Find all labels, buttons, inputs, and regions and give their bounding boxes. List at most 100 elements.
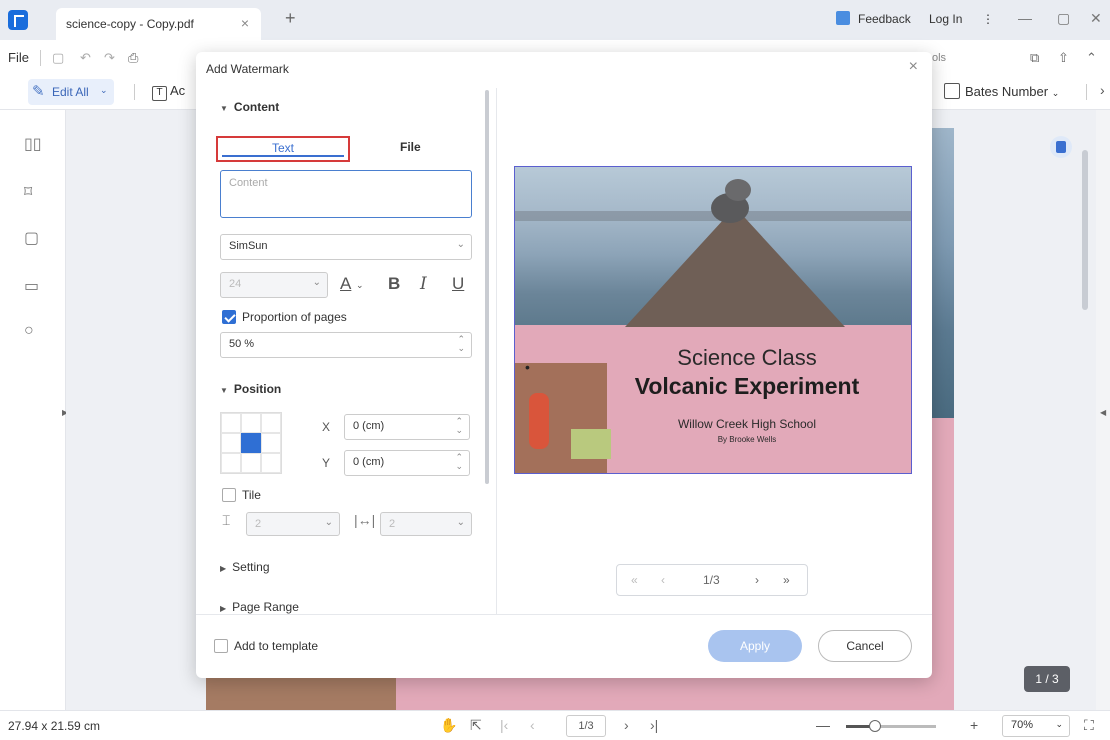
dialog-close-button[interactable]: × <box>909 58 918 76</box>
position-cell[interactable] <box>241 453 261 473</box>
add-text-button[interactable]: T Ac <box>152 83 185 101</box>
zoom-slider-thumb[interactable] <box>868 720 881 732</box>
feedback-link[interactable]: Feedback <box>858 12 911 26</box>
position-cell[interactable] <box>261 433 281 453</box>
pager-prev-icon[interactable]: ‹ <box>661 573 665 587</box>
font-size-select[interactable]: 24 ⌄ <box>220 272 328 298</box>
underline-icon[interactable]: U <box>452 274 464 294</box>
preview-school: Willow Creek High School <box>677 417 817 431</box>
caret-down-icon: ▼ <box>220 104 228 113</box>
share-icon[interactable]: ⧉ <box>1030 50 1039 66</box>
x-offset-stepper[interactable]: 0 (cm) ⌃ ⌄ <box>344 414 470 440</box>
italic-icon[interactable]: I <box>420 274 427 294</box>
attachment-icon[interactable]: ▭ <box>24 276 39 296</box>
thumbnails-icon[interactable]: ▯▯ <box>24 134 42 154</box>
setting-section-header[interactable]: ▶ Setting <box>220 560 270 574</box>
position-cell[interactable] <box>221 453 241 473</box>
first-page-icon[interactable]: |‹ <box>500 717 508 733</box>
bookmark-icon[interactable]: ⌑ <box>24 182 32 202</box>
select-tool-icon[interactable]: ⇱ <box>470 717 482 734</box>
upload-cloud-icon[interactable]: ⇧ <box>1058 50 1069 66</box>
next-page-icon[interactable]: › <box>624 717 629 733</box>
zoom-select[interactable]: 70% ⌄ <box>1002 715 1070 737</box>
prev-page-icon[interactable]: ‹ <box>530 717 535 733</box>
dialog-footer-divider <box>196 614 932 615</box>
tab-close-button[interactable]: × <box>241 15 249 31</box>
hand-tool-icon[interactable]: ✋ <box>440 717 457 734</box>
position-cell[interactable] <box>261 453 281 473</box>
font-color-icon[interactable]: A <box>340 274 351 294</box>
preview-lava <box>529 393 549 449</box>
content-section-header[interactable]: ▼ Content <box>220 100 279 114</box>
print-icon[interactable]: ⎙ <box>128 50 138 66</box>
add-text-label: Ac <box>170 83 186 98</box>
edit-all-button[interactable]: ✎ Edit All ⌄ <box>28 79 114 105</box>
page-number-input[interactable]: 1/3 <box>566 715 606 737</box>
position-grid[interactable] <box>220 412 282 474</box>
zoom-slider[interactable] <box>846 720 936 732</box>
watermark-content-input[interactable]: Content <box>220 170 472 218</box>
fit-page-icon[interactable]: ⛶ <box>1084 717 1094 734</box>
stepper-arrows-icon[interactable]: ⌃ ⌄ <box>455 453 463 471</box>
menu-file[interactable]: File <box>8 50 29 65</box>
document-tab[interactable]: science-copy - Copy.pdf × <box>56 8 261 40</box>
redo-icon[interactable]: ↷ <box>104 50 115 66</box>
zoom-out-icon[interactable]: — <box>816 717 830 733</box>
position-cell[interactable] <box>241 413 261 433</box>
position-cell-selected[interactable] <box>241 433 261 453</box>
close-window-button[interactable]: ✕ <box>1090 10 1102 27</box>
edit-all-label: Edit All <box>52 85 89 99</box>
feedback-icon[interactable] <box>836 11 850 25</box>
proportion-stepper[interactable]: 50 % ⌃ ⌄ <box>220 332 472 358</box>
new-tab-button[interactable]: + <box>285 8 296 29</box>
add-to-template-label: Add to template <box>234 639 319 653</box>
y-offset-stepper[interactable]: 0 (cm) ⌃ ⌄ <box>344 450 470 476</box>
settings-pane-scrollbar[interactable] <box>485 90 489 484</box>
maximize-button[interactable]: ▢ <box>1057 10 1070 27</box>
undo-icon[interactable]: ↶ <box>80 50 91 66</box>
save-icon[interactable]: ▢ <box>52 50 64 66</box>
preview-volcano-photo <box>515 167 911 327</box>
tab-file[interactable]: File <box>400 140 421 154</box>
position-cell[interactable] <box>261 413 281 433</box>
watermark-preview: • Science Class Volcanic Experiment Will… <box>514 166 912 474</box>
add-to-template-checkbox[interactable] <box>214 639 228 653</box>
tile-vertical-spacing-select[interactable]: 2 ⌄ <box>246 512 340 536</box>
menu-tools-partial[interactable]: ols <box>932 52 946 64</box>
preview-author: By Brooke Wells <box>717 435 777 444</box>
font-family-select[interactable]: SimSun ⌄ <box>220 234 472 260</box>
pager-next-icon[interactable]: › <box>755 573 759 587</box>
vertical-scrollbar[interactable] <box>1082 150 1088 310</box>
collapse-icon[interactable]: ⌃ <box>1086 50 1097 66</box>
tab-text[interactable]: Text <box>216 136 350 162</box>
last-page-icon[interactable]: ›| <box>650 717 658 733</box>
pager-first-icon[interactable]: « <box>631 573 638 587</box>
bates-number-button[interactable]: Bates Number ⌄ <box>944 83 1059 99</box>
comment-icon[interactable]: ▢ <box>24 228 39 248</box>
apply-button[interactable]: Apply <box>708 630 802 662</box>
cancel-button[interactable]: Cancel <box>818 630 912 662</box>
search-icon[interactable]: ○ <box>24 322 34 340</box>
stepper-arrows-icon[interactable]: ⌃ ⌄ <box>457 335 465 353</box>
bold-icon[interactable]: B <box>388 274 400 294</box>
page-range-section-header[interactable]: ▶ Page Range <box>220 600 299 614</box>
toolbar-more-arrow[interactable]: › <box>1100 82 1105 98</box>
zoom-in-icon[interactable]: + <box>970 717 978 733</box>
position-cell[interactable] <box>221 433 241 453</box>
position-cell[interactable] <box>221 413 241 433</box>
position-section-header[interactable]: ▼ Position <box>220 382 281 396</box>
expand-right-panel-arrow-icon[interactable]: ◀ <box>1100 408 1106 417</box>
pager-page-value[interactable]: 1/3 <box>703 573 720 587</box>
vertical-spacing-icon: ⌶ <box>222 512 231 528</box>
proportion-checkbox[interactable] <box>222 310 236 324</box>
login-link[interactable]: Log In <box>929 12 962 26</box>
watermark-panel-icon[interactable] <box>1050 136 1072 158</box>
pager-last-icon[interactable]: » <box>783 573 790 587</box>
stepper-arrows-icon[interactable]: ⌃ ⌄ <box>455 417 463 435</box>
tile-checkbox[interactable] <box>222 488 236 502</box>
x-offset-value: 0 (cm) <box>353 420 385 432</box>
tile-horizontal-spacing-select[interactable]: 2 ⌄ <box>380 512 472 536</box>
minimize-button[interactable]: — <box>1018 10 1032 26</box>
chevron-down-icon[interactable]: ⌄ <box>356 280 364 291</box>
more-menu-icon[interactable]: ⋮ <box>982 12 994 26</box>
